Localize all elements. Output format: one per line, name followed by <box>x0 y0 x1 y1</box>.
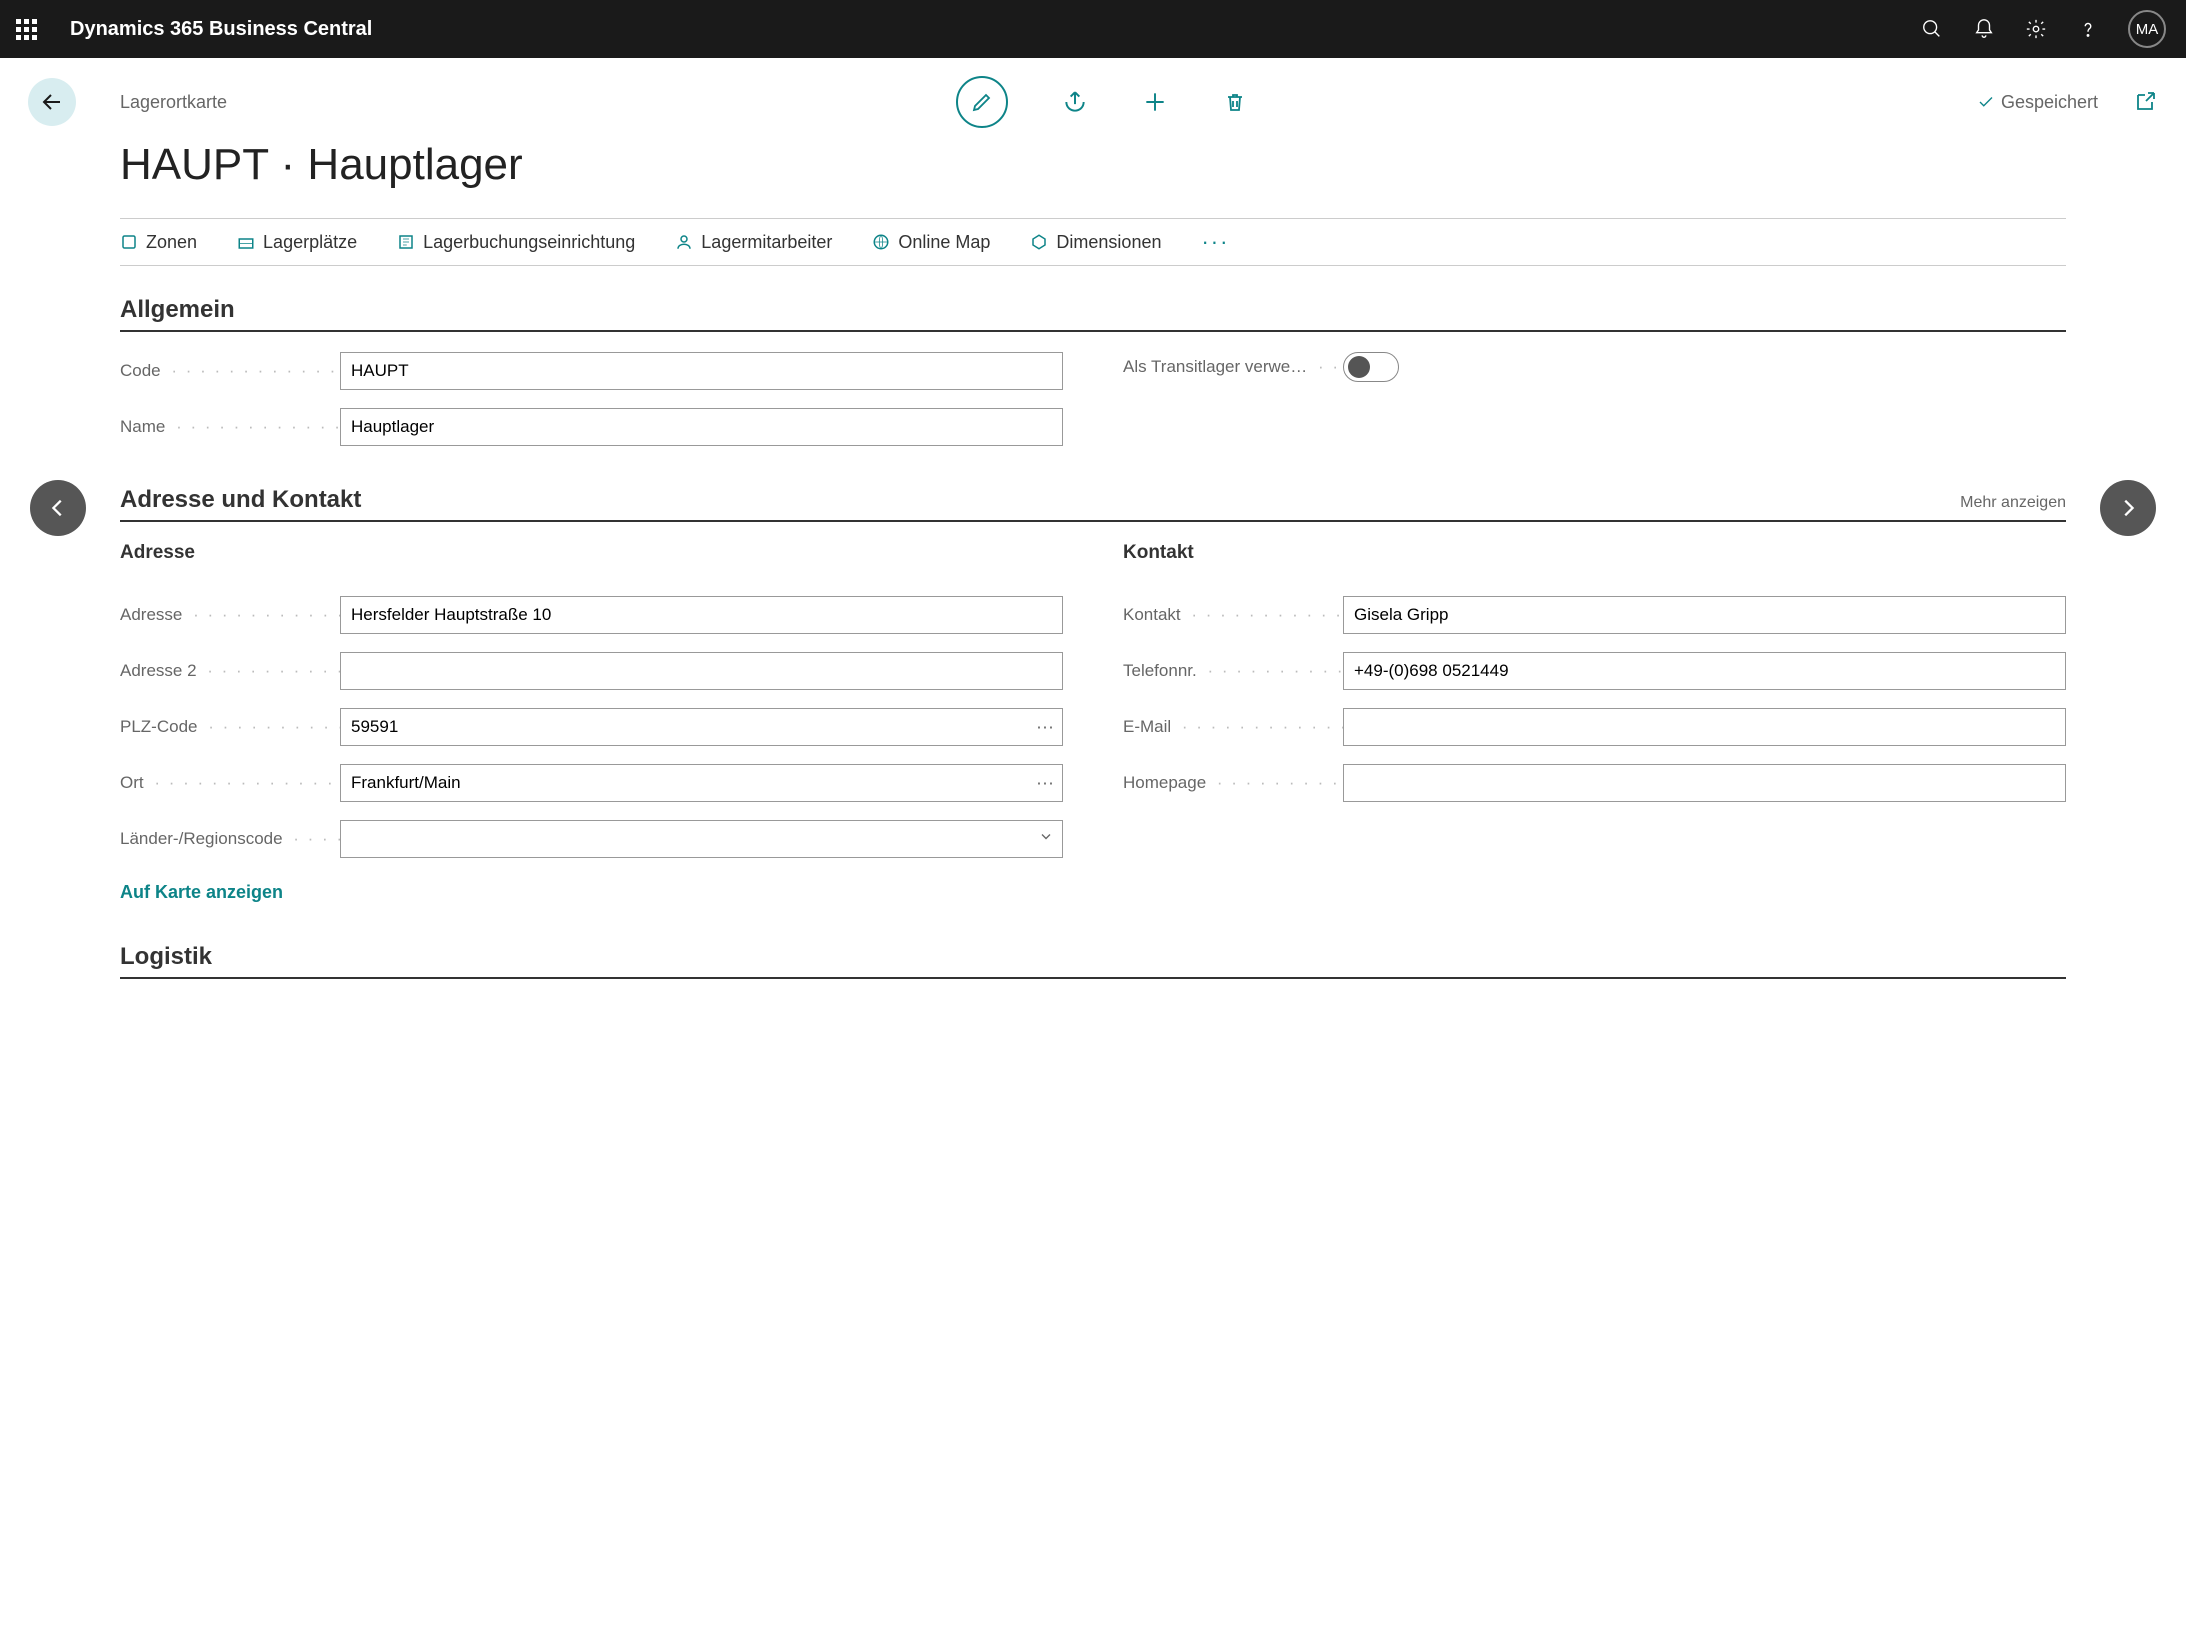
input-land[interactable] <box>340 820 1063 858</box>
chevron-down-icon[interactable] <box>1038 829 1054 850</box>
user-initials: MA <box>2136 21 2159 38</box>
label-plz: PLZ-Code <box>120 717 340 737</box>
section-logistik-title: Logistik <box>120 943 2066 979</box>
label-code: Code <box>120 361 340 381</box>
input-name[interactable] <box>340 408 1063 446</box>
topbar: Dynamics 365 Business Central MA <box>0 0 2186 58</box>
label-transitlager: Als Transitlager verwe… <box>1123 357 1343 377</box>
subheading-kontakt: Kontakt <box>1123 542 2066 564</box>
tab-online-map[interactable]: Online Map <box>872 232 990 253</box>
label-land: Länder-/Regionscode <box>120 829 340 849</box>
label-name: Name <box>120 417 340 437</box>
lookup-ort-icon[interactable]: ··· <box>1036 773 1054 794</box>
action-tabs: Zonen Lagerplätze Lagerbuchungseinrichtu… <box>120 218 2066 266</box>
section-allgemein-title: Allgemein <box>120 296 2066 332</box>
input-kontakt[interactable] <box>1343 596 2066 634</box>
notifications-icon[interactable] <box>1972 17 1996 41</box>
tab-lagerplaetze[interactable]: Lagerplätze <box>237 232 357 253</box>
input-plz[interactable]: ··· <box>340 708 1063 746</box>
edit-button[interactable] <box>956 76 1008 128</box>
page-title: HAUPT · Hauptlager <box>120 140 2066 190</box>
search-icon[interactable] <box>1920 17 1944 41</box>
show-more-link[interactable]: Mehr anzeigen <box>1960 494 2066 512</box>
tab-lagerbuchungseinrichtung[interactable]: Lagerbuchungseinrichtung <box>397 232 635 253</box>
input-ort[interactable]: ··· <box>340 764 1063 802</box>
help-icon[interactable] <box>2076 17 2100 41</box>
share-icon[interactable] <box>1062 89 1088 115</box>
input-code[interactable] <box>340 352 1063 390</box>
input-telefon[interactable] <box>1343 652 2066 690</box>
label-homepage: Homepage <box>1123 773 1343 793</box>
label-ort: Ort <box>120 773 340 793</box>
input-adresse2[interactable] <box>340 652 1063 690</box>
label-kontakt: Kontakt <box>1123 605 1343 625</box>
label-email: E-Mail <box>1123 717 1343 737</box>
tab-more-icon[interactable]: ··· <box>1201 229 1229 255</box>
user-avatar[interactable]: MA <box>2128 10 2166 48</box>
back-button[interactable] <box>28 78 76 126</box>
delete-icon[interactable] <box>1222 89 1248 115</box>
subheading-adresse: Adresse <box>120 542 1063 564</box>
tab-dimensionen[interactable]: Dimensionen <box>1030 232 1161 253</box>
input-adresse[interactable] <box>340 596 1063 634</box>
tab-zonen[interactable]: Zonen <box>120 232 197 253</box>
tab-lagermitarbeiter[interactable]: Lagermitarbeiter <box>675 232 832 253</box>
input-email[interactable] <box>1343 708 2066 746</box>
next-record-button[interactable] <box>2100 480 2156 536</box>
toggle-transitlager[interactable] <box>1343 352 1399 382</box>
open-new-window-icon[interactable] <box>2132 89 2158 115</box>
saved-status: Gespeichert <box>1977 92 2098 113</box>
input-homepage[interactable] <box>1343 764 2066 802</box>
section-adresse-kontakt-title: Adresse und Kontakt Mehr anzeigen <box>120 486 2066 522</box>
new-icon[interactable] <box>1142 89 1168 115</box>
app-launcher-icon[interactable] <box>8 11 44 47</box>
label-telefon: Telefonnr. <box>1123 661 1343 681</box>
label-adresse: Adresse <box>120 605 340 625</box>
app-title: Dynamics 365 Business Central <box>70 18 372 41</box>
breadcrumb: Lagerortkarte <box>120 92 227 113</box>
show-on-map-link[interactable]: Auf Karte anzeigen <box>120 882 1063 903</box>
settings-icon[interactable] <box>2024 17 2048 41</box>
prev-record-button[interactable] <box>30 480 86 536</box>
lookup-plz-icon[interactable]: ··· <box>1036 717 1054 738</box>
label-adresse2: Adresse 2 <box>120 661 340 681</box>
